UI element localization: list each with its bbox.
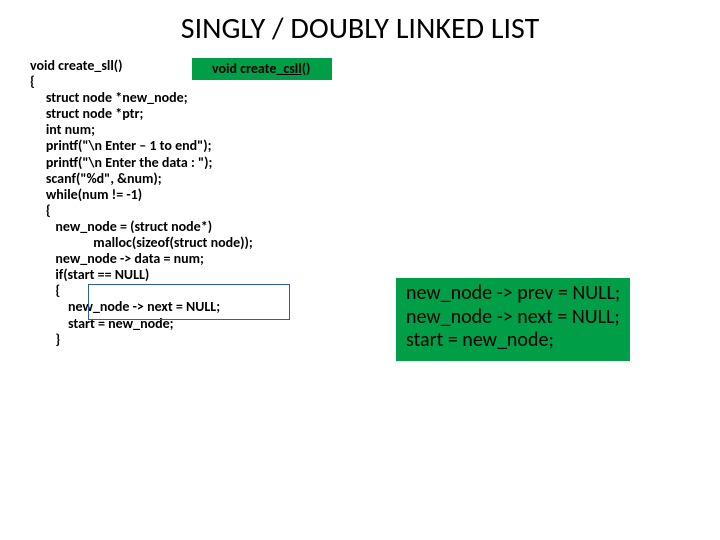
code-line: malloc(sizeof(struct node)); [30, 234, 253, 251]
page-title: SINGLY / DOUBLY LINKED LIST [0, 0, 720, 53]
code-line: if(start == NULL) [30, 266, 149, 283]
code-line: new_node = (struct node*) [30, 218, 212, 235]
code-line: while(num != -1) [30, 186, 142, 203]
highlight-doubly-code: new_node -> prev = NULL; new_node -> nex… [396, 278, 630, 361]
code-line: int num; [30, 121, 95, 138]
code-line: new_node -> data = num; [30, 250, 204, 267]
highlight-csll: void create_csll() [192, 58, 332, 80]
code-line: printf("\n Enter – 1 to end"); [30, 137, 212, 154]
code-line: } [30, 331, 60, 348]
code-line: new_node -> next = NULL; [406, 305, 620, 329]
code-line: { [30, 282, 60, 299]
code-line: printf("\n Enter the data : "); [30, 154, 212, 171]
code-line: new_node -> next = NULL; [30, 298, 220, 315]
code-line: new_node -> prev = NULL; [406, 281, 620, 305]
text: () [302, 60, 311, 77]
code-line: struct node *new_node; [30, 89, 188, 106]
text: void create_ [212, 60, 283, 77]
code-line: { [30, 73, 35, 90]
code-line: scanf("%d", &num); [30, 170, 162, 187]
code-line: start = new_node; [406, 328, 554, 352]
code-line: start = new_node; [30, 315, 174, 332]
text-underline: csll [283, 60, 301, 77]
code-line: struct node *ptr; [30, 105, 143, 122]
code-line: void create_sll() [30, 57, 123, 74]
code-line: { [30, 202, 51, 219]
code-block: void create_sll() { struct node *new_nod… [30, 58, 253, 348]
